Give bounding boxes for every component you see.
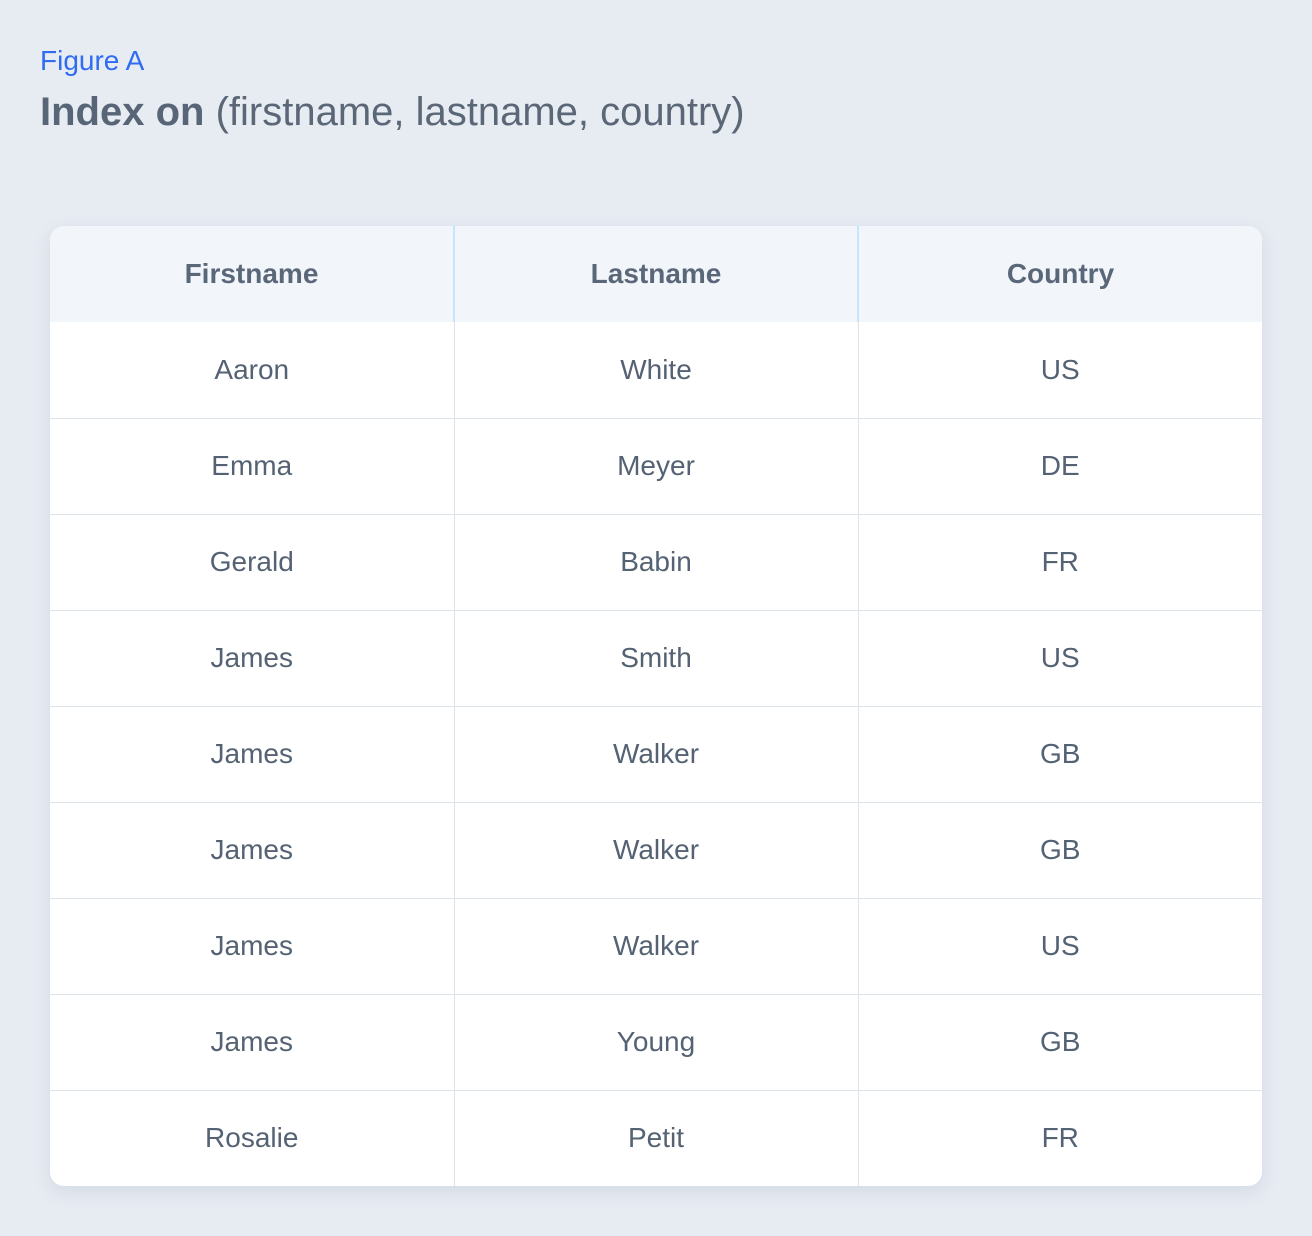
cell-firstname: Aaron	[214, 353, 290, 385]
index-table: Firstname Lastname Country Aaron White U…	[50, 226, 1262, 1186]
table-row: James Walker US	[50, 897, 1262, 994]
cell-lastname: Walker	[453, 705, 858, 802]
page-title: Index on (firstname, lastname, country)	[40, 88, 745, 136]
column-header-country: Country	[857, 226, 1262, 322]
column-header-lastname: Lastname	[453, 226, 858, 322]
title-bold: Index on	[40, 90, 205, 134]
cell-country: GB	[857, 801, 1262, 898]
cell-lastname: White	[453, 322, 858, 418]
figure-header: Figure A Index on (firstname, lastname, …	[40, 44, 745, 136]
cell-country: GB	[857, 993, 1262, 1090]
cell-firstname: Gerald	[50, 513, 454, 610]
table-row: James Walker GB	[50, 705, 1262, 802]
cell-lastname: Walker	[453, 801, 858, 898]
cell-country: US	[857, 897, 1262, 994]
cell-country: US	[857, 609, 1262, 706]
table-row: James Smith US	[50, 609, 1262, 706]
cell-country: GB	[857, 705, 1262, 802]
table-row: Aaron White US	[50, 322, 1262, 418]
cell-lastname: Smith	[453, 609, 858, 706]
table-row: Rosalie Petit FR	[50, 1089, 1262, 1186]
cell-country: US	[857, 322, 1262, 418]
cell-firstname: James	[50, 609, 454, 706]
cell-country: DE	[857, 417, 1262, 514]
cell-firstname: James	[50, 801, 454, 898]
title-rest: (firstname, lastname, country)	[204, 90, 745, 134]
table-row: James Young GB	[50, 993, 1262, 1090]
cell-lastname: Petit	[453, 1089, 858, 1186]
table-row: Gerald Babin FR	[50, 513, 1262, 610]
cell-firstname: James	[50, 705, 454, 802]
table-row: James Walker GB	[50, 801, 1262, 898]
table-body: Aaron White US Emma Meyer DE Gerald Babi…	[50, 322, 1262, 1186]
index-table-card: Firstname Lastname Country Aaron White U…	[50, 226, 1262, 1186]
cell-firstname: James	[50, 993, 454, 1090]
cell-country: FR	[857, 1089, 1262, 1186]
column-header-firstname: Firstname	[184, 258, 319, 289]
cell-country: FR	[857, 513, 1262, 610]
cell-lastname: Meyer	[453, 417, 858, 514]
cell-lastname: Young	[453, 993, 858, 1090]
cell-firstname: Emma	[50, 417, 454, 514]
cell-lastname: Walker	[453, 897, 858, 994]
table-header: Firstname Lastname Country	[50, 226, 1262, 322]
table-header-row: Firstname Lastname Country	[50, 226, 1262, 322]
cell-firstname: James	[50, 897, 454, 994]
cell-firstname: Rosalie	[50, 1089, 454, 1186]
figure-label: Figure A	[40, 45, 145, 76]
cell-lastname: Babin	[453, 513, 858, 610]
table-row: Emma Meyer DE	[50, 417, 1262, 514]
